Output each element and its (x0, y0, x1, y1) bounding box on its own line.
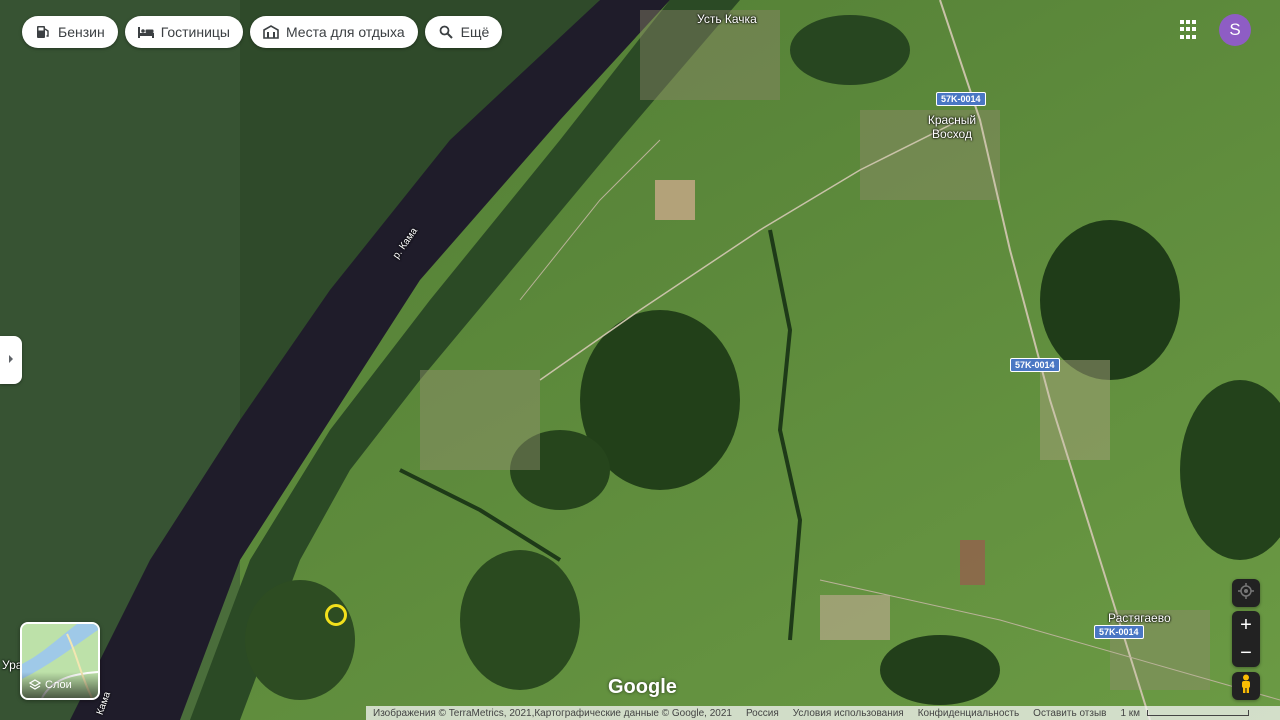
layers-label-wrap: Слои (22, 672, 98, 698)
pegman-icon (1240, 674, 1252, 699)
imagery-attribution[interactable]: Изображения © TerraMetrics, 2021,Картогр… (366, 708, 739, 719)
chip-label: Бензин (58, 24, 105, 40)
feedback-link[interactable]: Оставить отзыв (1026, 708, 1113, 719)
gas-station-icon (34, 23, 52, 41)
chip-label: Гостиницы (160, 24, 230, 40)
road-shield: 57K-0014 (1010, 358, 1060, 372)
zoom-in-button[interactable]: + (1232, 611, 1260, 639)
chip-label: Места для отдыха (285, 24, 405, 40)
chip-attractions[interactable]: Места для отдыха (249, 16, 418, 48)
terms-link[interactable]: Условия использования (786, 708, 911, 719)
google-logo: Google (608, 676, 677, 698)
layers-button[interactable]: Слои (20, 622, 100, 700)
chevron-right-icon (7, 351, 15, 369)
layers-icon (29, 679, 41, 691)
search-icon (437, 23, 455, 41)
location-target-icon (1238, 582, 1254, 604)
road-shield: 57K-0014 (936, 92, 986, 106)
map-label-ust-kachka[interactable]: Усть Качка (697, 12, 757, 26)
privacy-link[interactable]: Конфиденциальность (911, 708, 1026, 719)
map-label-rastyagaevo[interactable]: Растягаево (1108, 611, 1171, 625)
account-avatar[interactable]: S (1219, 14, 1251, 46)
side-panel-toggle[interactable] (0, 336, 22, 384)
satellite-map[interactable] (0, 0, 1280, 720)
street-view-pegman[interactable] (1232, 672, 1260, 700)
zoom-controls: + − (1232, 611, 1260, 667)
apps-grid-icon[interactable] (1180, 20, 1200, 40)
road-shield: 57K-0014 (1094, 625, 1144, 639)
zoom-out-button[interactable]: − (1232, 639, 1260, 667)
country-link[interactable]: Россия (739, 708, 786, 719)
my-location-button[interactable] (1232, 579, 1260, 607)
layers-label: Слои (45, 679, 72, 691)
category-chips: Бензин Гостиницы Места для отдыха Ещё (22, 16, 503, 48)
location-marker[interactable] (325, 604, 347, 626)
attraction-icon (262, 23, 280, 41)
chip-more[interactable]: Ещё (424, 16, 503, 48)
bed-icon (137, 23, 155, 41)
chip-label: Ещё (460, 24, 490, 40)
scale-bar (1146, 709, 1249, 716)
scale-label: 1 км (1120, 707, 1141, 719)
scale-indicator[interactable]: 1 км (1113, 708, 1255, 719)
chip-gas[interactable]: Бензин (22, 16, 118, 48)
map-label-krasny-voskhod[interactable]: Красный Восход (922, 113, 982, 141)
attribution-footer: Изображения © TerraMetrics, 2021,Картогр… (366, 706, 1280, 720)
chip-hotels[interactable]: Гостиницы (124, 16, 243, 48)
